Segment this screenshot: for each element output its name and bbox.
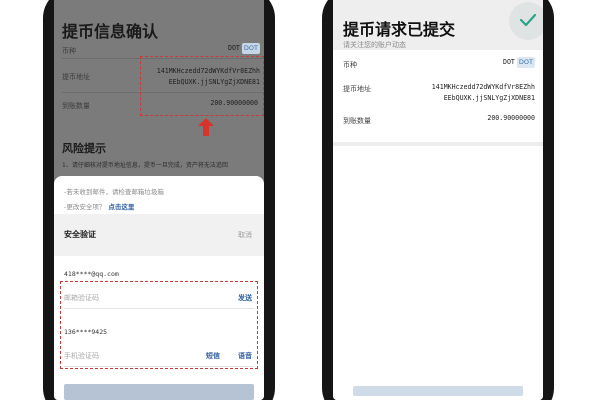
coin-value: DOT DOT bbox=[228, 43, 260, 54]
email-address: 418****@qq.com bbox=[64, 270, 119, 278]
change-security-prefix: -更改安全项？ bbox=[64, 203, 106, 211]
amount-label: 到账数量 bbox=[343, 117, 371, 125]
risk-title: 风险提示 bbox=[62, 142, 106, 155]
address-label: 提币地址 bbox=[343, 85, 371, 93]
risk-text: 1、请仔细核对提币地址信息，提币一旦完成，资产将无法追回 bbox=[62, 162, 228, 169]
coin-label: 币种 bbox=[343, 61, 357, 69]
withdraw-confirm-screen: 提币信息确认 币种 DOT DOT 提币地址 141MKHczedd72dWYKd… bbox=[54, 0, 264, 400]
page-title: 提币信息确认 bbox=[62, 22, 159, 41]
left-phone: 提币信息确认 币种 DOT DOT 提币地址 141MKHczedd72dWYKd… bbox=[43, 0, 275, 400]
address-line-2: EEbQUXK.jjSNLYgZjXDNE81 bbox=[443, 94, 535, 102]
address-value: 141MKHczedd72dWYKdfVr8EZhh EEbQUXK.jjSNL… bbox=[432, 82, 535, 104]
highlight-box bbox=[140, 56, 264, 116]
click-here-link[interactable]: 点击这里 bbox=[108, 203, 134, 211]
coin-symbol: DOT bbox=[227, 44, 240, 52]
done-button[interactable] bbox=[353, 386, 523, 396]
amount-label: 到账数量 bbox=[62, 102, 90, 110]
coin-value: DOT DOT bbox=[503, 57, 535, 68]
content-area bbox=[333, 146, 543, 400]
sheet-title: 安全验证 bbox=[64, 230, 96, 239]
confirm-button[interactable] bbox=[64, 384, 254, 400]
withdraw-details-card: 币种 DOT DOT 提币地址 141MKHczedd72dWYKdfVr8EZh… bbox=[333, 50, 543, 142]
address-label: 提币地址 bbox=[62, 73, 90, 81]
red-up-arrow-icon bbox=[198, 118, 214, 136]
amount-value: 200.90000000 bbox=[487, 114, 535, 122]
right-phone: 提币请求已提交 请关注您的账户动态 币种 DOT DOT 提币地址 141MKHc… bbox=[322, 0, 554, 400]
address-line-1: 141MKHczedd72dWYKdfVr8EZhh bbox=[431, 83, 535, 91]
page-subtitle: 请关注您的账户动态 bbox=[343, 41, 406, 49]
page-title: 提币请求已提交 bbox=[343, 20, 456, 39]
coin-tag: DOT bbox=[241, 43, 260, 54]
coin-symbol: DOT bbox=[502, 58, 515, 66]
success-badge bbox=[509, 2, 543, 40]
cancel-button[interactable]: 取消 bbox=[238, 230, 252, 240]
coin-tag: DOT bbox=[516, 57, 535, 68]
coin-label: 币种 bbox=[62, 47, 76, 55]
check-icon bbox=[520, 14, 536, 26]
highlight-box bbox=[60, 281, 258, 369]
change-security-hint: -更改安全项？ 点击这里 bbox=[64, 201, 134, 211]
spam-hint: -若未收到邮件，请检查邮箱垃圾箱 bbox=[64, 188, 164, 196]
withdraw-submitted-screen: 提币请求已提交 请关注您的账户动态 币种 DOT DOT 提币地址 141MKHc… bbox=[333, 0, 543, 400]
security-verification-sheet: -若未收到邮件，请检查邮箱垃圾箱 -更改安全项？ 点击这里 安全验证 取消 418… bbox=[54, 176, 264, 400]
